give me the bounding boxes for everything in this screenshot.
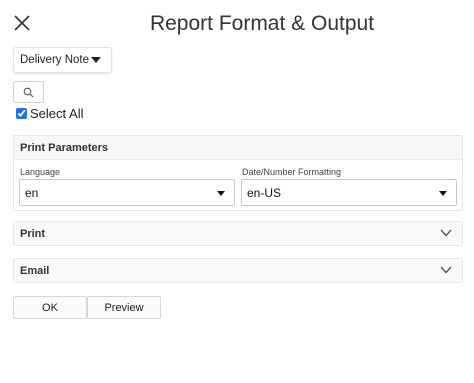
language-value: en bbox=[25, 185, 39, 200]
caret-down-icon bbox=[439, 191, 447, 196]
email-section-header[interactable]: Email bbox=[14, 259, 462, 282]
chevron-down-icon bbox=[440, 229, 452, 237]
formatting-value: en-US bbox=[247, 185, 282, 200]
formatting-select[interactable]: en-US bbox=[241, 179, 457, 206]
report-format-value: Delivery Note bbox=[20, 54, 90, 66]
search-button[interactable] bbox=[13, 81, 44, 103]
print-parameters-heading: Print Parameters bbox=[14, 136, 462, 160]
formatting-label: Date/Number Formatting bbox=[242, 167, 342, 177]
select-all-label: Select All bbox=[30, 106, 84, 121]
print-section-heading: Print bbox=[20, 227, 46, 240]
preview-button[interactable]: Preview bbox=[87, 296, 161, 319]
caret-down-icon bbox=[217, 191, 225, 196]
caret-down-icon bbox=[91, 57, 101, 63]
print-section[interactable]: Print bbox=[13, 221, 463, 246]
report-format-dropdown[interactable]: Delivery Note bbox=[13, 47, 112, 73]
ok-button[interactable]: OK bbox=[13, 296, 87, 319]
search-icon bbox=[23, 87, 34, 97]
select-all-checkbox[interactable] bbox=[16, 108, 27, 119]
email-section[interactable]: Email bbox=[13, 258, 463, 283]
language-select[interactable]: en bbox=[19, 179, 235, 206]
chevron-down-icon bbox=[440, 266, 452, 274]
language-label: Language bbox=[20, 167, 61, 177]
select-all[interactable]: Select All bbox=[16, 106, 83, 121]
dialog-title: Report Format & Output bbox=[149, 12, 375, 35]
email-section-heading: Email bbox=[20, 264, 50, 277]
print-section-header[interactable]: Print bbox=[14, 222, 462, 245]
